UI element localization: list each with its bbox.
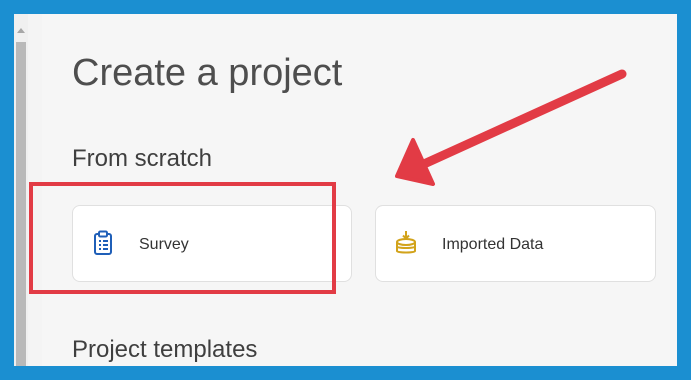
section-heading-from-scratch: From scratch	[72, 145, 213, 172]
imported-data-card[interactable]: Imported Data	[375, 205, 656, 282]
section-heading-project-templates: Project templates	[72, 336, 258, 363]
database-import-icon	[394, 230, 418, 256]
page-title: Create a project	[72, 52, 343, 94]
vertical-scrollbar[interactable]	[14, 14, 28, 366]
survey-card-label: Survey	[139, 236, 189, 253]
imported-data-card-label: Imported Data	[442, 236, 544, 253]
main-content: Create a project From scratch Survey Imp…	[42, 14, 677, 366]
app-window: Create a project From scratch Survey Imp…	[14, 14, 677, 366]
scroll-up-arrow-icon[interactable]	[17, 28, 25, 33]
survey-card[interactable]: Survey	[72, 205, 352, 282]
scrollbar-thumb[interactable]	[16, 42, 26, 366]
clipboard-icon	[91, 230, 115, 256]
